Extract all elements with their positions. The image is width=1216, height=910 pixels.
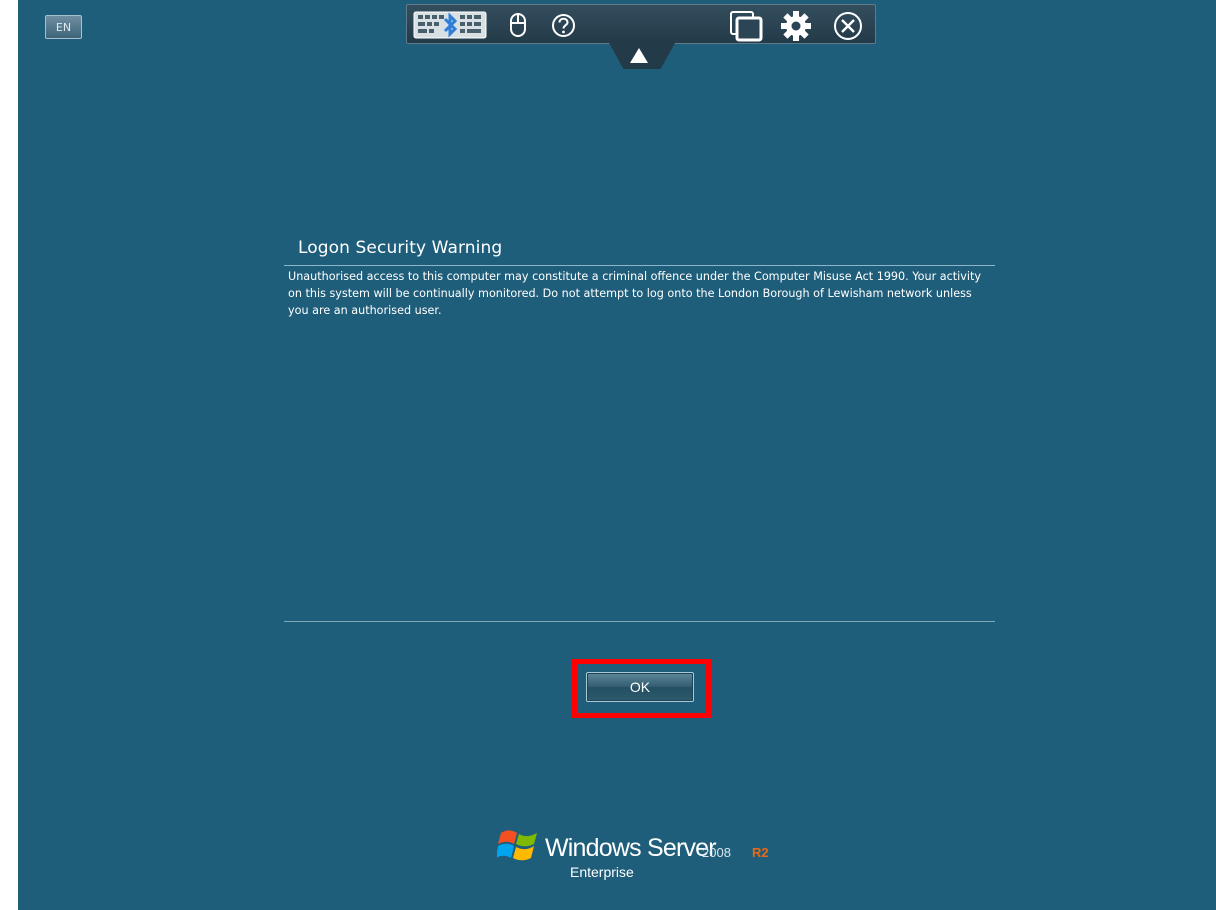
product-edition: Enterprise [570,864,634,880]
keyboard-bluetooth-icon[interactable] [413,10,487,44]
language-indicator[interactable]: EN [45,15,82,39]
title-divider [284,265,995,266]
remote-toolbar [406,4,876,44]
gear-icon[interactable] [780,10,812,46]
close-icon[interactable] [832,10,864,46]
dialog-message: Unauthorised access to this computer may… [288,270,981,317]
ok-button[interactable]: OK [586,672,694,702]
dialog-title: Logon Security Warning [298,238,503,258]
windows-logo-icon [496,826,541,866]
window-icon[interactable] [729,10,763,46]
product-version: 2008 [702,845,731,860]
mouse-icon[interactable] [509,12,527,42]
product-name: Windows Server [545,834,717,862]
windows-server-branding: Windows Server 2008 R2 Enterprise [496,826,797,886]
arrow-up-icon[interactable] [630,48,648,63]
help-icon[interactable] [551,13,576,42]
footer-divider [284,621,995,622]
logon-screen: EN Logon Security Warning Unauthorised a… [18,0,1216,910]
product-release: R2 [752,845,769,860]
